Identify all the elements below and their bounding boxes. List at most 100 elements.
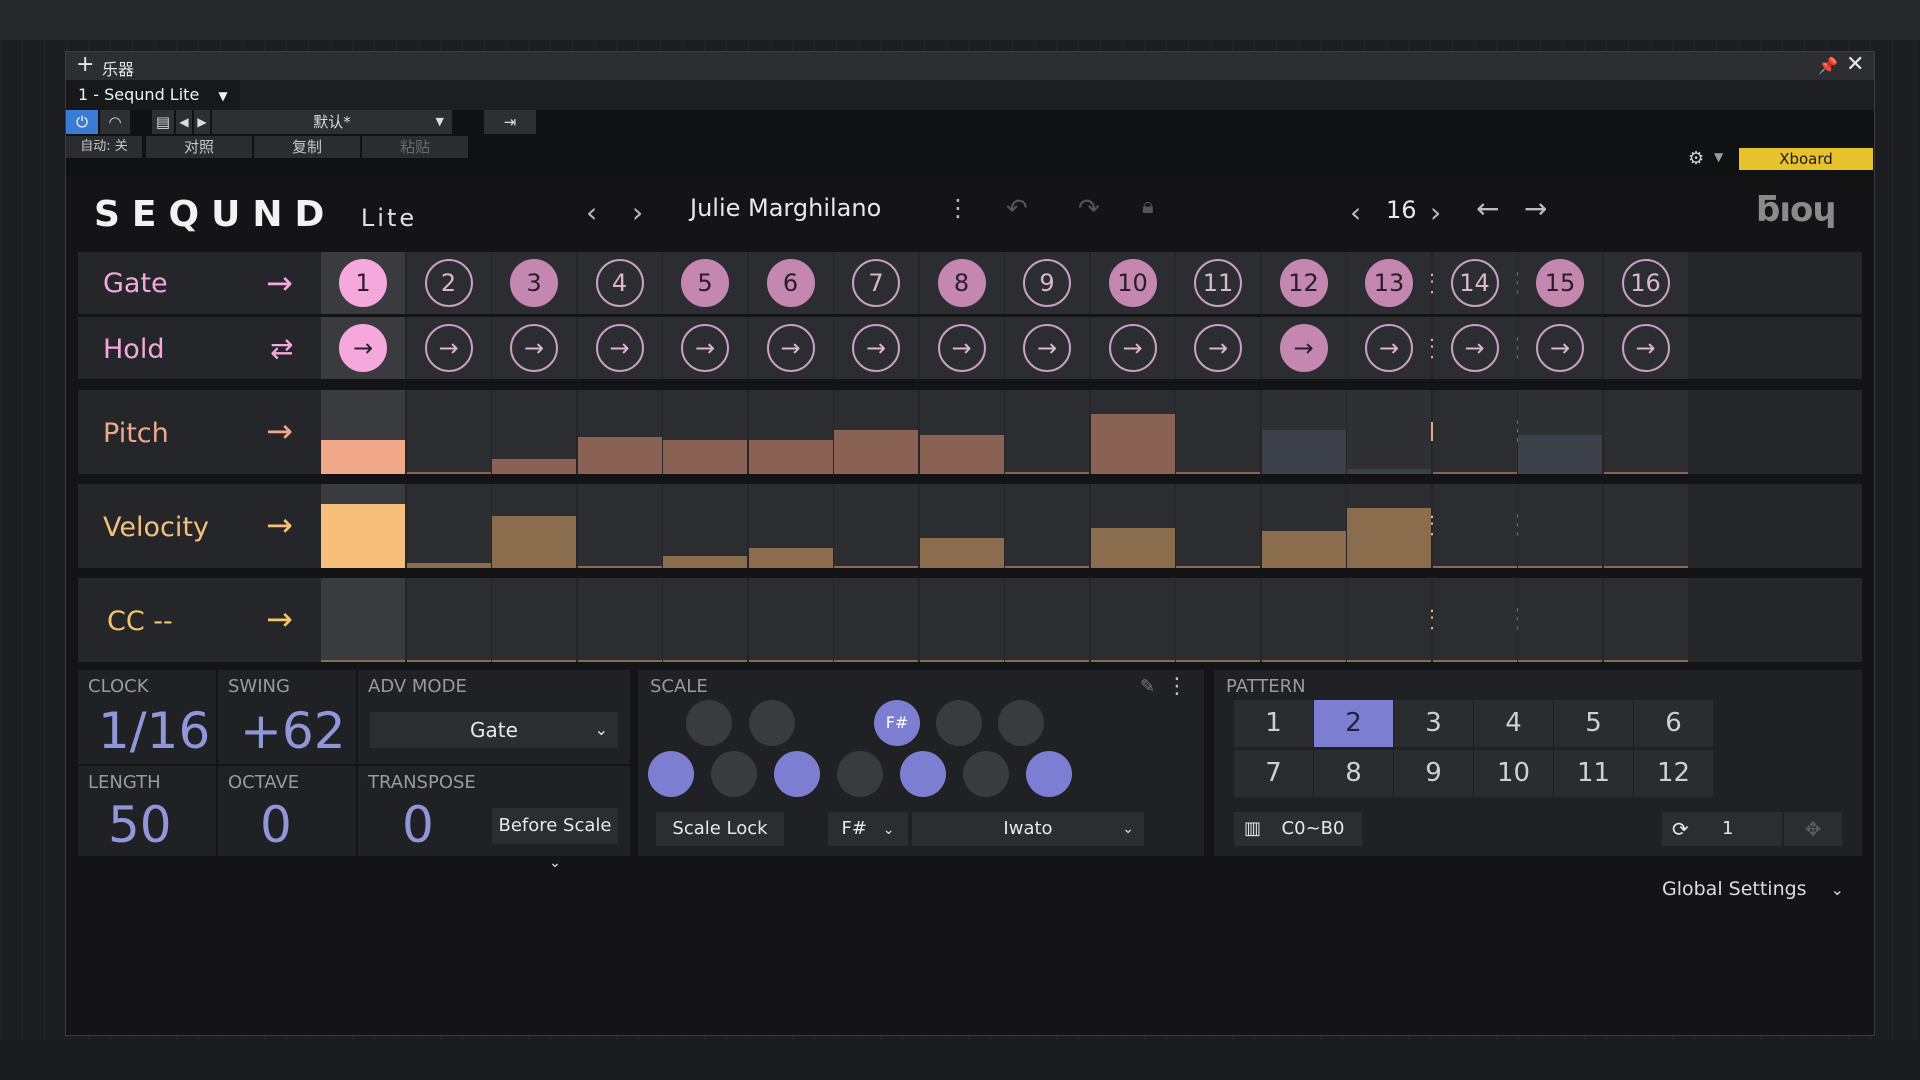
gate-step-button[interactable]: 10 bbox=[1108, 259, 1157, 307]
scale-white-key[interactable] bbox=[711, 751, 757, 797]
gate-step-button[interactable]: 14 bbox=[1450, 259, 1499, 307]
velocity-step-cell[interactable] bbox=[406, 484, 491, 568]
pattern-cell[interactable]: 1 bbox=[1234, 700, 1313, 747]
paste-button[interactable]: 粘贴 bbox=[362, 136, 468, 158]
scale-lock-button[interactable]: Scale Lock bbox=[656, 812, 784, 846]
hold-step-button[interactable]: → bbox=[852, 324, 900, 372]
pitch-step-cell[interactable] bbox=[1603, 390, 1688, 474]
velocity-step-cell[interactable] bbox=[1432, 484, 1517, 568]
gate-step-button[interactable]: 15 bbox=[1536, 259, 1584, 307]
scale-black-key[interactable] bbox=[998, 700, 1044, 746]
velocity-step-cell[interactable] bbox=[1603, 484, 1688, 568]
gate-direction-arrow-icon[interactable]: → bbox=[266, 264, 293, 302]
adv-mode-select[interactable]: Gate ⌄ bbox=[370, 712, 618, 748]
scale-black-key[interactable] bbox=[686, 700, 732, 746]
close-icon[interactable]: ✕ bbox=[1846, 52, 1864, 78]
velocity-step-cell[interactable] bbox=[1518, 484, 1602, 568]
scale-white-key[interactable] bbox=[1026, 751, 1072, 797]
gate-step-button[interactable]: 6 bbox=[766, 259, 815, 307]
pattern-cell[interactable]: 3 bbox=[1394, 700, 1473, 747]
pattern-cell[interactable]: 4 bbox=[1474, 700, 1553, 747]
pitch-step-cell[interactable] bbox=[1432, 390, 1517, 474]
gate-step-button[interactable]: 11 bbox=[1194, 259, 1242, 307]
prev-preset-chevron-icon[interactable]: ‹ bbox=[586, 196, 597, 229]
cc-step-cell[interactable] bbox=[406, 578, 491, 662]
xboard-button[interactable]: Xboard bbox=[1739, 148, 1873, 170]
auto-button[interactable]: 自动: 关 bbox=[66, 136, 142, 158]
cc-step-cell[interactable] bbox=[1432, 578, 1517, 662]
scale-white-key[interactable] bbox=[900, 751, 946, 797]
cc-label[interactable]: CC -- bbox=[107, 606, 173, 637]
instrument-tab[interactable]: 1 - Seqund Lite ▼ bbox=[66, 80, 240, 110]
steps-increase-icon[interactable]: › bbox=[1430, 196, 1441, 229]
chevron-down-icon[interactable]: ▼ bbox=[218, 89, 227, 103]
velocity-direction-arrow-icon[interactable]: → bbox=[266, 506, 293, 544]
hold-step-button[interactable]: → bbox=[1621, 324, 1670, 372]
gate-step-button[interactable]: 16 bbox=[1621, 259, 1670, 307]
pattern-cell[interactable]: 5 bbox=[1554, 700, 1633, 747]
pattern-cell[interactable]: 12 bbox=[1634, 750, 1713, 797]
cc-step-cell[interactable] bbox=[663, 578, 747, 662]
redo-icon[interactable]: ↷ bbox=[1078, 194, 1100, 224]
velocity-step-cell[interactable] bbox=[1176, 484, 1260, 568]
undo-icon[interactable]: ↶ bbox=[1006, 194, 1028, 224]
velocity-step-cell[interactable] bbox=[577, 484, 662, 568]
next-preset-icon[interactable]: ▶ bbox=[194, 110, 210, 134]
edit-icon[interactable]: ✎ bbox=[1140, 676, 1155, 697]
preset-file-icon[interactable]: ▤ bbox=[152, 110, 174, 134]
pin-icon[interactable]: 📌 bbox=[1818, 56, 1838, 75]
hold-direction-icon[interactable]: ⇄ bbox=[270, 332, 293, 365]
transpose-mode-select[interactable]: Before Scale ⌄ bbox=[492, 808, 618, 871]
gate-step-button[interactable]: 3 bbox=[510, 259, 558, 307]
scale-white-key[interactable] bbox=[963, 751, 1009, 797]
pattern-cell[interactable]: 2 bbox=[1314, 700, 1393, 747]
hold-step-button[interactable]: → bbox=[1108, 324, 1157, 372]
copy-button[interactable]: 复制 bbox=[254, 136, 360, 158]
scale-black-key[interactable] bbox=[749, 700, 795, 746]
scale-type-select[interactable]: Iwato ⌄ bbox=[912, 812, 1144, 846]
clock-value[interactable]: 1/16 bbox=[98, 702, 210, 760]
compare-button[interactable]: 对照 bbox=[146, 136, 252, 158]
global-settings-toggle[interactable]: Global Settings ⌄ bbox=[1662, 878, 1844, 900]
hold-step-button[interactable]: → bbox=[339, 324, 387, 372]
pattern-cell[interactable]: 9 bbox=[1394, 750, 1473, 797]
lock-icon[interactable]: 🔒︎ bbox=[1142, 194, 1154, 219]
pattern-cell[interactable]: 7 bbox=[1234, 750, 1313, 797]
velocity-step-cell[interactable] bbox=[834, 484, 918, 568]
scale-white-key[interactable] bbox=[837, 751, 883, 797]
power-button[interactable]: ⏻ bbox=[66, 110, 98, 134]
cc-step-cell[interactable] bbox=[1518, 578, 1602, 662]
hold-step-button[interactable]: → bbox=[1536, 324, 1584, 372]
gate-step-button[interactable]: 13 bbox=[1365, 259, 1413, 307]
hold-step-button[interactable]: → bbox=[510, 324, 558, 372]
preset-menu-icon[interactable]: ⋮ bbox=[946, 194, 970, 222]
chevron-down-icon[interactable]: ▼ bbox=[1714, 150, 1723, 164]
add-icon[interactable]: + bbox=[76, 52, 94, 78]
shift-left-icon[interactable]: ← bbox=[1476, 192, 1499, 225]
hold-step-button[interactable]: → bbox=[424, 324, 473, 372]
cc-step-cell[interactable] bbox=[1005, 578, 1089, 662]
cc-step-cell[interactable] bbox=[492, 578, 576, 662]
pattern-repeat-field[interactable]: ⟳ 1 bbox=[1662, 812, 1782, 846]
gate-step-button[interactable]: 8 bbox=[937, 259, 986, 307]
cc-step-cell[interactable] bbox=[1176, 578, 1260, 662]
gate-step-button[interactable]: 1 bbox=[339, 259, 387, 307]
cc-step-cell[interactable] bbox=[577, 578, 662, 662]
gate-step-button[interactable]: 2 bbox=[424, 259, 473, 307]
preset-name[interactable]: Julie Marghilano bbox=[690, 194, 881, 222]
swing-value[interactable]: +62 bbox=[240, 702, 346, 760]
hold-step-button[interactable]: → bbox=[1365, 324, 1413, 372]
gate-step-button[interactable]: 9 bbox=[1023, 259, 1071, 307]
pattern-cell[interactable]: 10 bbox=[1474, 750, 1553, 797]
pattern-cell[interactable]: 8 bbox=[1314, 750, 1393, 797]
hold-step-button[interactable]: → bbox=[1023, 324, 1071, 372]
cc-step-cell[interactable] bbox=[748, 578, 833, 662]
hold-step-button[interactable]: → bbox=[766, 324, 815, 372]
cc-step-cell[interactable] bbox=[1347, 578, 1431, 662]
root-note-select[interactable]: F# ⌄ bbox=[828, 812, 908, 846]
scale-menu-icon[interactable]: ⋮ bbox=[1166, 674, 1188, 699]
velocity-step-cell[interactable] bbox=[1005, 484, 1089, 568]
gate-step-button[interactable]: 7 bbox=[852, 259, 900, 307]
scale-white-key[interactable] bbox=[774, 751, 820, 797]
hold-step-button[interactable]: → bbox=[1194, 324, 1242, 372]
